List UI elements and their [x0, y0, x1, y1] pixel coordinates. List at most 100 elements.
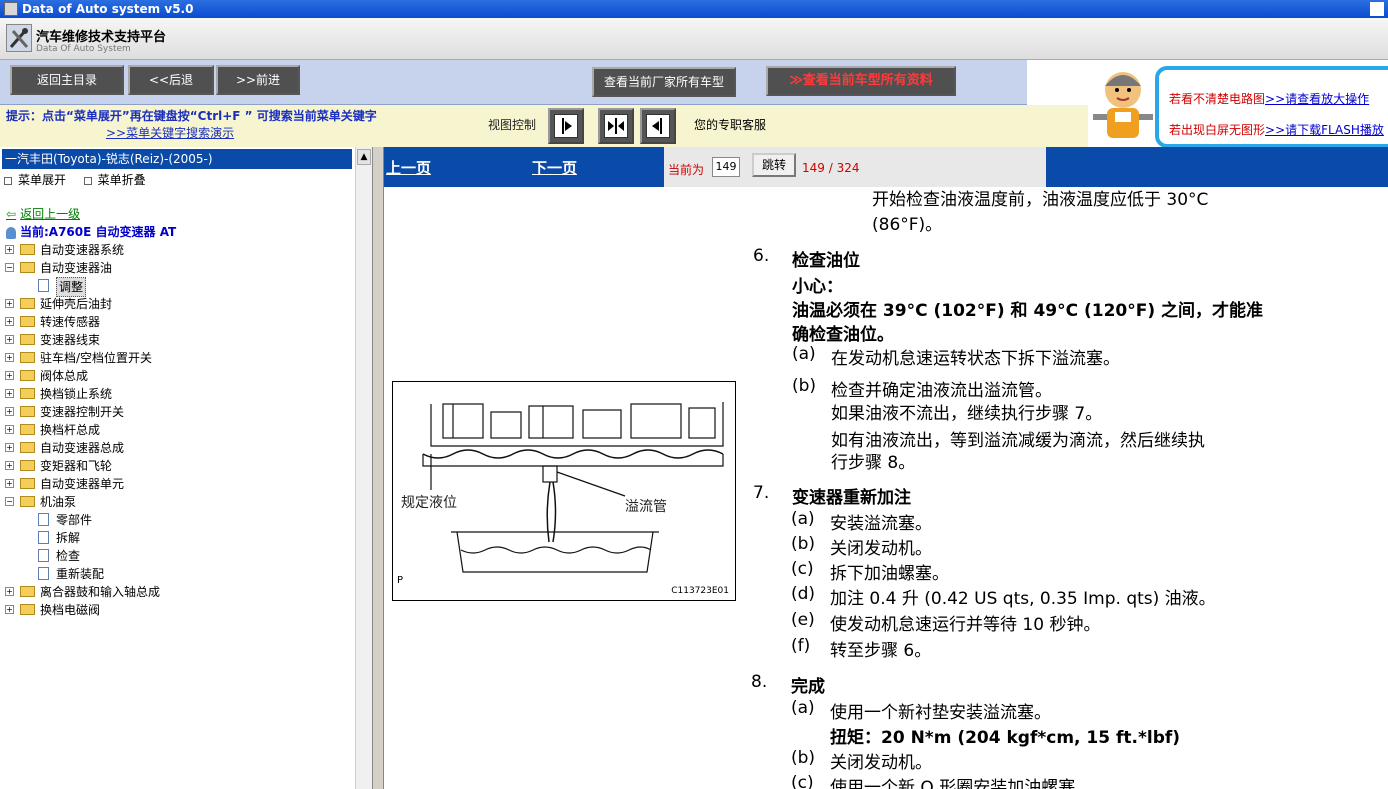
- tree-page[interactable]: 零部件: [0, 511, 355, 529]
- tree-folder[interactable]: + 自动变速器总成: [0, 439, 355, 457]
- tree-folder[interactable]: + 转速传感器: [0, 313, 355, 331]
- flash-download-link[interactable]: >>请下载FLASH播放: [1265, 123, 1384, 137]
- doc-text-line: (a): [791, 698, 815, 718]
- tree-folder[interactable]: + 变速器线束: [0, 331, 355, 349]
- collapse-node-icon[interactable]: −: [5, 497, 14, 506]
- doc-text-line: 使发动机怠速运行并等待 10 秒钟。: [830, 615, 1101, 635]
- expand-node-icon[interactable]: +: [5, 407, 14, 416]
- forward-button[interactable]: >>前进: [216, 65, 300, 95]
- current-bulb-icon: [6, 226, 16, 239]
- doc-text-line: 行步骤 8。: [831, 453, 916, 473]
- tree-folder[interactable]: + 换档杆总成: [0, 421, 355, 439]
- tree-page[interactable]: 检查: [0, 547, 355, 565]
- pane-splitter[interactable]: [372, 147, 384, 789]
- tree-folder[interactable]: − 机油泵: [0, 493, 355, 511]
- folder-icon: [20, 316, 35, 327]
- tree-folder[interactable]: + 自动变速器单元: [0, 475, 355, 493]
- view-expand-left-button[interactable]: [640, 108, 676, 144]
- menu-collapse-button[interactable]: 菜单折叠: [98, 173, 146, 187]
- brand-bar: 汽车维修技术支持平台 Data Of Auto System: [0, 18, 1388, 60]
- sidebar-scrollbar[interactable]: ▲: [355, 147, 372, 789]
- expand-node-icon[interactable]: +: [5, 335, 14, 344]
- folder-icon: [20, 334, 35, 345]
- home-button[interactable]: 返回主目录: [10, 65, 124, 95]
- back-up-link[interactable]: 返回上一级: [20, 207, 80, 221]
- mechanic-mascot-icon: [1087, 64, 1159, 146]
- doc-text-line: 关闭发动机。: [830, 539, 932, 559]
- expand-node-icon[interactable]: +: [5, 317, 14, 326]
- page-count: 149 / 324: [802, 161, 860, 175]
- expand-node-icon[interactable]: +: [5, 353, 14, 362]
- expand-node-icon[interactable]: +: [5, 389, 14, 398]
- expand-node-icon[interactable]: +: [5, 587, 14, 596]
- folder-icon: [20, 586, 35, 597]
- tree-folder[interactable]: + 阀体总成: [0, 367, 355, 385]
- doc-text-line: 如果油液不流出，继续执行步骤 7。: [831, 404, 1103, 424]
- search-demo-link[interactable]: >>菜单关键字搜索演示: [106, 124, 234, 141]
- tree-label: 自动变速器单元: [40, 477, 125, 491]
- doc-text-line: 使用一个新衬垫安装溢流塞。: [830, 703, 1051, 723]
- sidebar-breadcrumb: 一汽丰田(Toyota)-锐志(Reiz)-(2005-): [2, 149, 352, 169]
- tree-folder[interactable]: + 变速器控制开关: [0, 403, 355, 421]
- tree-folder[interactable]: + 延伸壳后油封: [0, 295, 355, 313]
- tree-folder[interactable]: + 离合器鼓和输入轴总成: [0, 583, 355, 601]
- tree-label: 变速器线束: [40, 333, 101, 347]
- expand-node-icon[interactable]: +: [5, 371, 14, 380]
- view-split-button[interactable]: [598, 108, 634, 144]
- search-hint: 提示：点击“菜单展开”再在键盘按“Ctrl+F ” 可搜索当前菜单关键字: [6, 109, 377, 123]
- back-button[interactable]: <<后退: [128, 65, 214, 95]
- tree-label: 变速器控制开关: [40, 405, 125, 419]
- scroll-up-icon[interactable]: ▲: [357, 149, 371, 165]
- tree-folder[interactable]: + 换档电磁阀: [0, 601, 355, 619]
- doc-text-line: 6.: [753, 246, 770, 266]
- arrow-left-icon: [646, 114, 670, 138]
- page-icon: [38, 279, 49, 292]
- menu-expand-button[interactable]: 菜单展开: [18, 173, 66, 187]
- zoom-guide-link[interactable]: >>请查看放大操作: [1265, 92, 1369, 106]
- maker-models-button[interactable]: 查看当前厂家所有车型: [592, 67, 736, 97]
- expand-node-icon[interactable]: +: [5, 479, 14, 488]
- page-number-input[interactable]: 149: [712, 157, 740, 177]
- tree-folder[interactable]: + 变矩器和飞轮: [0, 457, 355, 475]
- collapse-node-icon[interactable]: −: [5, 263, 14, 272]
- next-page-link[interactable]: 下一页: [532, 157, 577, 178]
- folder-icon: [20, 298, 35, 309]
- expand-node-icon[interactable]: +: [5, 245, 14, 254]
- expand-node-icon[interactable]: +: [5, 461, 14, 470]
- doc-text-line: 小心：: [792, 277, 843, 297]
- window-close-button[interactable]: [1370, 2, 1384, 16]
- tree-page[interactable]: 拆解: [0, 529, 355, 547]
- expand-node-icon[interactable]: +: [5, 443, 14, 452]
- figure-label-level: 规定液位: [401, 495, 457, 511]
- tree-page[interactable]: 调整: [0, 277, 355, 297]
- tree-page[interactable]: 重新装配: [0, 565, 355, 583]
- tree-label: 转速传感器: [40, 315, 101, 329]
- folder-icon: [20, 244, 35, 255]
- open-folder-icon: [20, 262, 35, 273]
- doc-text-line: 扭矩：20 N*m (204 kgf*cm, 15 ft.*lbf): [830, 728, 1181, 748]
- folder-icon: [20, 442, 35, 453]
- tree-label: 重新装配: [56, 567, 105, 581]
- banner-line1-text: 若看不清楚电路图: [1169, 92, 1266, 106]
- figure-code: C113723E01: [671, 586, 729, 596]
- tree-folder[interactable]: + 驻车档/空档位置开关: [0, 349, 355, 367]
- tree-folder[interactable]: + 换档锁止系统: [0, 385, 355, 403]
- tree-label: 变矩器和飞轮: [40, 459, 113, 473]
- model-all-docs-button[interactable]: ≫查看当前车型所有资料: [766, 66, 956, 96]
- oil-level-figure: 规定液位 溢流管 P C113723E01: [392, 381, 736, 601]
- tree-label: 换档锁止系统: [40, 387, 113, 401]
- prev-page-link[interactable]: 上一页: [386, 157, 431, 178]
- document-view: 规定液位 溢流管 P C113723E01 开始检查油液温度前，油液温度应低于 …: [384, 187, 1388, 789]
- view-expand-right-button[interactable]: [548, 108, 584, 144]
- window-titlebar: Data of Auto system v5.0: [0, 0, 1388, 18]
- expand-node-icon[interactable]: +: [5, 605, 14, 614]
- doc-text-line: (d): [791, 584, 816, 604]
- tree-folder[interactable]: + 自动变速器系统: [0, 241, 355, 259]
- banner-line2-text: 若出现白屏无图形: [1169, 123, 1266, 137]
- expand-node-icon[interactable]: +: [5, 425, 14, 434]
- tree-folder[interactable]: − 自动变速器油: [0, 259, 355, 277]
- jump-button[interactable]: 跳转: [752, 153, 796, 177]
- doc-text-line: (a): [791, 509, 815, 529]
- tree-label: 机油泵: [40, 495, 77, 509]
- expand-node-icon[interactable]: +: [5, 299, 14, 308]
